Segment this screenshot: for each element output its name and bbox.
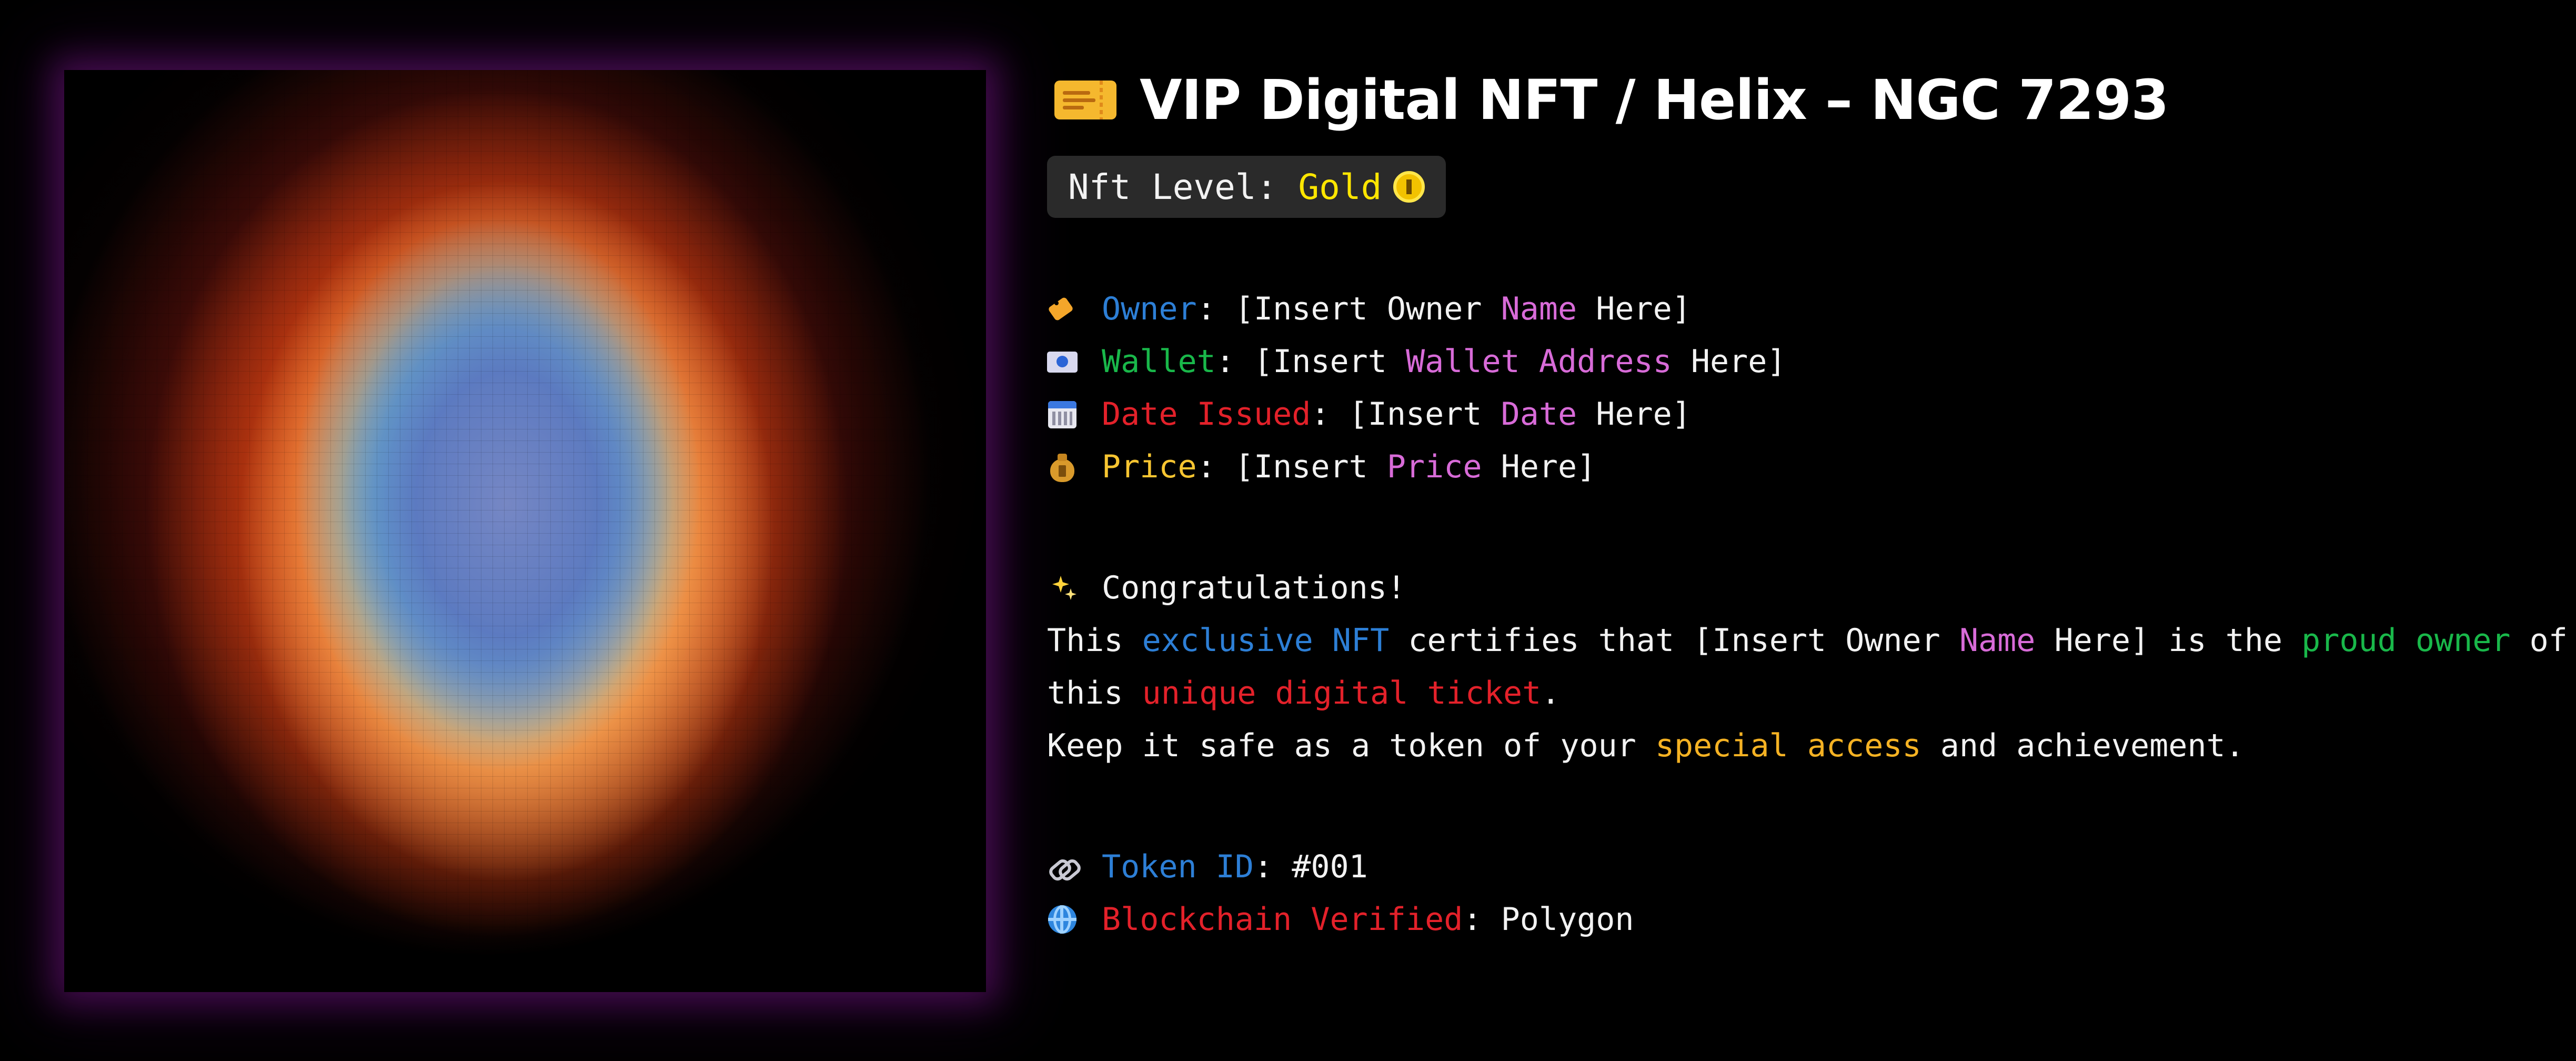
- nft-details-panel: VIP Digital NFT / Helix – NGC 7293 Nft L…: [1046, 0, 2568, 1061]
- globe-icon: [1047, 904, 1078, 935]
- msg3-c: and achievement.: [1921, 727, 2245, 764]
- date-highlight: Date: [1501, 396, 1577, 433]
- chain-sep: :: [1463, 901, 1501, 938]
- sparkles-icon: [1047, 573, 1078, 603]
- owner-post: Here]: [1577, 291, 1691, 327]
- date-sep: :: [1311, 396, 1349, 433]
- msg1-name: Name: [1959, 622, 2036, 659]
- msg3-a: Keep it safe as a token of your: [1047, 727, 1655, 764]
- msg1-exclusive-nft: exclusive NFT: [1142, 622, 1390, 659]
- price-row: Price: [Insert Price Here]: [1047, 443, 1596, 491]
- msg1-g: of: [2510, 622, 2568, 659]
- price-key: Price: [1102, 448, 1197, 485]
- link-icon: [1046, 852, 1083, 883]
- token-sep: :: [1253, 848, 1292, 885]
- msg2-a: this: [1047, 675, 1142, 712]
- owner-row: Owner: [Insert Owner Name Here]: [1047, 285, 1691, 333]
- money-bag-icon: [1047, 452, 1078, 482]
- date-key: Date Issued: [1102, 396, 1311, 433]
- date-post: Here]: [1577, 396, 1691, 433]
- msg1-a: This: [1047, 622, 1142, 659]
- owner-sep: :: [1196, 291, 1235, 327]
- wallet-key: Wallet: [1102, 343, 1216, 380]
- wallet-row: Wallet: [Insert Wallet Address Here]: [1047, 338, 1786, 385]
- congratulations-row: Congratulations!: [1047, 564, 1406, 612]
- msg1-proud-owner: proud owner: [2301, 622, 2511, 659]
- chain-value: Polygon: [1501, 901, 1634, 938]
- calendar-icon: [1047, 399, 1078, 429]
- nft-image-frame: [64, 70, 986, 992]
- chain-key: Blockchain Verified: [1102, 901, 1463, 938]
- price-post: Here]: [1482, 448, 1596, 485]
- msg1-c: certifies that [Insert Owner: [1389, 622, 1959, 659]
- message-line-2: this unique digital ticket.: [1047, 669, 1560, 717]
- title-row: VIP Digital NFT / Helix – NGC 7293: [1054, 63, 2169, 137]
- admission-ticket-icon: [1054, 81, 1116, 119]
- date-row: Date Issued: [Insert Date Here]: [1047, 391, 1691, 438]
- nft-level-badge: Nft Level: Gold: [1047, 156, 1446, 218]
- token-row: Token ID: #001: [1046, 843, 1368, 890]
- wallet-post: Here]: [1672, 343, 1786, 380]
- token-value: #001: [1292, 848, 1368, 885]
- msg3-special-access: special access: [1655, 727, 1921, 764]
- msg2-c: .: [1541, 675, 1561, 712]
- price-highlight: Price: [1386, 448, 1482, 485]
- wallet-sep: :: [1215, 343, 1254, 380]
- page-title: VIP Digital NFT / Helix – NGC 7293: [1140, 68, 2169, 132]
- owner-highlight: Name: [1501, 291, 1577, 327]
- wallet-highlight: Wallet Address: [1405, 343, 1672, 380]
- coin-icon: [1393, 171, 1425, 203]
- chain-row: Blockchain Verified: Polygon: [1047, 896, 1634, 943]
- date-pre: [Insert: [1349, 396, 1501, 433]
- message-line-3: Keep it safe as a token of your special …: [1047, 722, 2245, 769]
- congratulations-heading: Congratulations!: [1102, 569, 1406, 606]
- label-tag-icon: [1047, 294, 1078, 324]
- wallet-pre: [Insert: [1254, 343, 1406, 380]
- owner-pre: [Insert Owner: [1234, 291, 1501, 327]
- owner-key: Owner: [1102, 291, 1197, 327]
- price-sep: :: [1196, 448, 1235, 485]
- msg1-e: Here] is the: [2035, 622, 2302, 659]
- price-pre: [Insert: [1234, 448, 1387, 485]
- nft-level-label: Nft Level:: [1068, 166, 1277, 207]
- pixel-grid-overlay: [64, 70, 986, 992]
- token-key: Token ID: [1102, 848, 1254, 885]
- msg2-unique-digital-ticket: unique digital ticket: [1142, 675, 1542, 712]
- nft-level-value: Gold: [1298, 166, 1382, 207]
- wallet-card-icon: [1047, 346, 1078, 377]
- message-line-1: This exclusive NFT certifies that [Inser…: [1047, 617, 2568, 664]
